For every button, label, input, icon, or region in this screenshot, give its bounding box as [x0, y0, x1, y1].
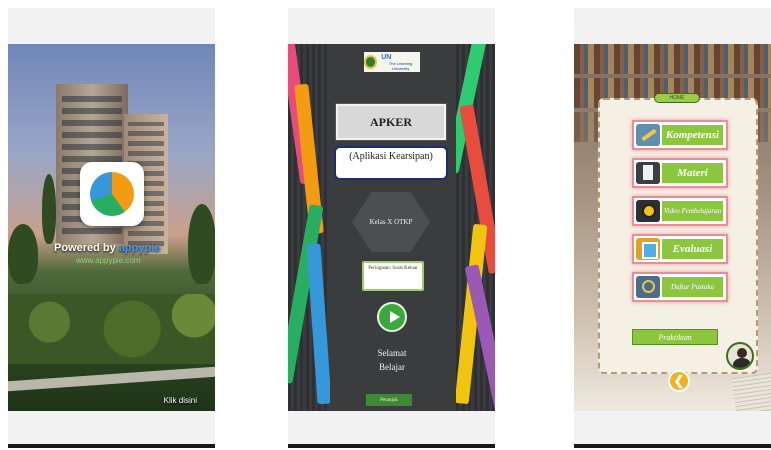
phone-splash: Powered by appypie www.appypie.com Klik …: [8, 8, 215, 448]
bottom-bar: [8, 444, 215, 448]
help-button[interactable]: Petunjuk: [366, 394, 412, 406]
splash-screen[interactable]: Powered by appypie www.appypie.com Klik …: [8, 44, 215, 411]
menu-item-kompetensi[interactable]: Kompetensi: [632, 120, 728, 150]
menu-item-video[interactable]: Video Pembelajaran: [632, 196, 728, 226]
menu-item-label: Evaluasi: [662, 239, 723, 259]
logo-text: The Learning University: [388, 60, 413, 71]
tap-hint-label[interactable]: Klik disini: [164, 396, 197, 405]
play-icon: [636, 200, 660, 222]
logo-badge: UN: [381, 53, 392, 61]
university-seal-icon: [364, 55, 378, 69]
menu-screen: HOME Kompetensi Materi Video Pembelajara…: [574, 44, 771, 411]
bottom-bar: [574, 444, 771, 448]
tree-image: [188, 204, 215, 284]
menu-item-materi[interactable]: Materi: [632, 158, 728, 188]
powered-url: www.appypie.com: [76, 256, 141, 265]
university-logo: UN The Learning University: [381, 54, 420, 71]
menu-item-label: Daftar Pustaka: [662, 277, 723, 297]
app-title: APKER: [335, 103, 447, 141]
app-subtitle: (Aplikasi Kearsipan): [334, 146, 448, 180]
home-tag[interactable]: HOME: [654, 93, 700, 103]
garden-image: [8, 294, 215, 364]
magnifier-icon: [636, 276, 660, 298]
menu-item-evaluasi[interactable]: Evaluasi: [632, 234, 728, 264]
app-logo-icon: [80, 162, 144, 226]
tree-image: [42, 174, 56, 244]
book-image: [731, 370, 771, 411]
bookshelf-image: [574, 44, 771, 74]
avatar[interactable]: [726, 342, 754, 370]
tree-image: [8, 224, 38, 284]
warning-box: Peringatan: Surat Keluar: [362, 261, 424, 291]
walkway-image: [8, 366, 215, 392]
menu-item-label: Video Pembelajaran: [662, 201, 723, 221]
menu-item-label: Kompetensi: [662, 125, 723, 145]
praktikum-button[interactable]: Praktikum: [632, 329, 718, 345]
pencil-icon: [636, 124, 660, 146]
pencil-decoration: [306, 243, 332, 405]
bottom-bar: [288, 444, 495, 448]
phone-menu: HOME Kompetensi Materi Video Pembelajara…: [574, 8, 771, 448]
institution-logo-bar: UN The Learning University: [364, 52, 420, 72]
menu-item-daftar-pustaka[interactable]: Daftar Pustaka: [632, 272, 728, 302]
welcome-text: Selamat Belajar: [377, 348, 407, 372]
powered-by-label: Powered by appypie: [54, 242, 160, 254]
image-icon: [636, 238, 660, 260]
start-play-button[interactable]: [377, 302, 407, 332]
phone-home: UN The Learning University APKER (Aplikas…: [288, 8, 495, 448]
powered-by-brand: appypie: [118, 242, 161, 254]
home-screen: UN The Learning University APKER (Aplikas…: [288, 44, 495, 411]
document-icon: [636, 162, 660, 184]
back-arrow-icon[interactable]: ❮: [668, 370, 690, 392]
menu-item-label: Materi: [662, 163, 723, 183]
pie-chart-icon: [90, 172, 134, 216]
class-info-text: Kelas X OTKP: [369, 218, 413, 226]
powered-by-text: Powered by: [54, 242, 116, 254]
